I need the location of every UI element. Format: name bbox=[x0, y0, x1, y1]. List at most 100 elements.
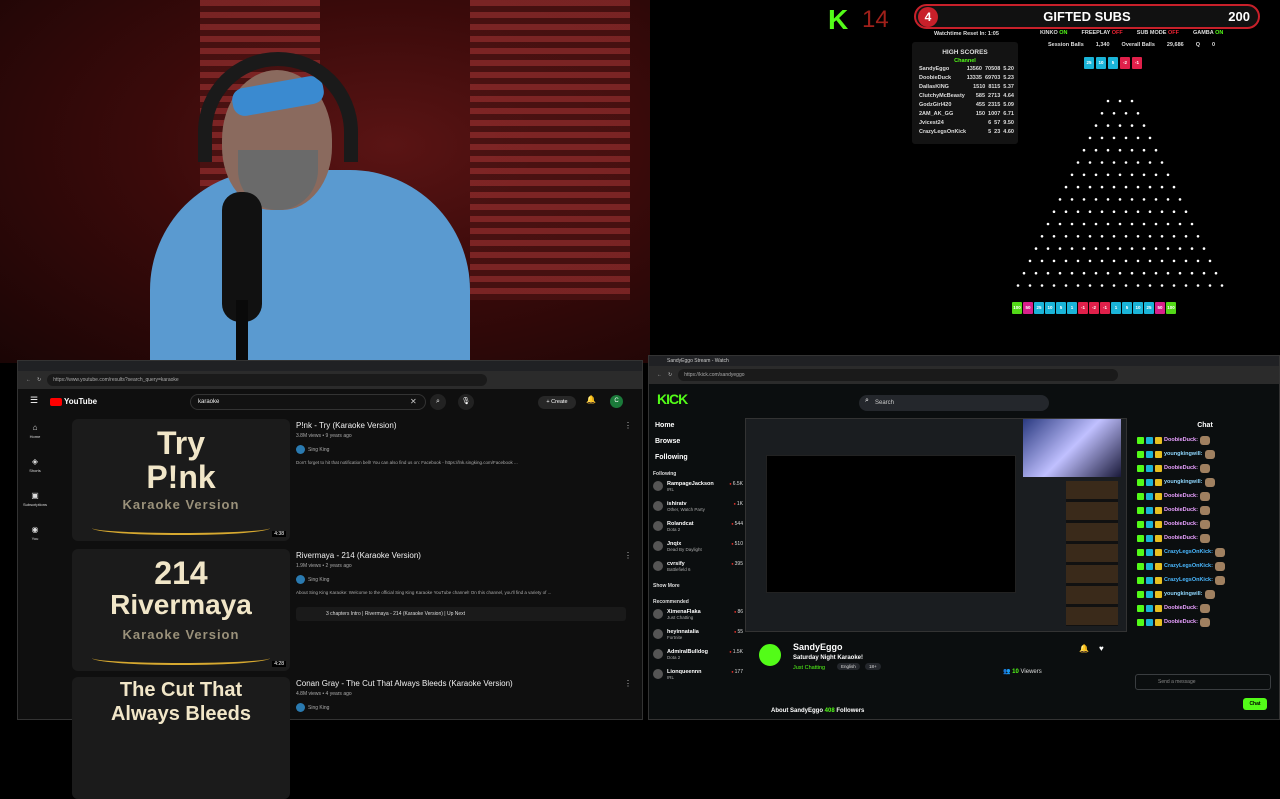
video-title[interactable]: P!nk - Try (Karaoke Version) bbox=[296, 421, 626, 430]
back-icon[interactable]: ← bbox=[26, 377, 31, 383]
viewer-count: 55 bbox=[734, 629, 743, 635]
plinko-peg bbox=[1208, 284, 1212, 287]
chat-username[interactable]: CrazyLegsOnKick: bbox=[1164, 563, 1213, 569]
chat-username[interactable]: youngkingwill: bbox=[1164, 591, 1203, 597]
emote-icon bbox=[1199, 603, 1210, 613]
chat-username[interactable]: youngkingwill: bbox=[1164, 451, 1203, 457]
chapters-bar[interactable]: 3 chapters Intro | Rivermaya - 214 (Kara… bbox=[296, 607, 626, 621]
multiplier-chip: 25 bbox=[1084, 57, 1094, 69]
chat-username[interactable]: DoobieDuck: bbox=[1164, 535, 1198, 541]
video-player[interactable] bbox=[745, 418, 1127, 632]
chat-username[interactable]: DoobieDuck: bbox=[1164, 465, 1198, 471]
youtube-logo[interactable]: YouTube bbox=[50, 397, 97, 406]
video-channel[interactable]: Sing King bbox=[296, 575, 626, 584]
channel-item[interactable]: RampageJacksonIRL6.5K bbox=[653, 481, 743, 501]
video-meta: 3.8M views • 9 years ago bbox=[296, 433, 352, 439]
menu-icon[interactable]: ☰ bbox=[30, 395, 38, 406]
video-title[interactable]: Conan Gray - The Cut That Always Bleeds … bbox=[296, 679, 626, 688]
tag-age[interactable]: 18+ bbox=[865, 663, 881, 670]
chat-username[interactable]: youngkingwill: bbox=[1164, 479, 1203, 485]
chat-badge-icon bbox=[1137, 576, 1144, 584]
notifications-bell-icon[interactable]: 🔔 bbox=[586, 395, 596, 404]
chat-username[interactable]: DoobieDuck: bbox=[1164, 619, 1198, 625]
score-cell: 1510 bbox=[973, 83, 986, 90]
plinko-peg bbox=[1220, 284, 1224, 287]
address-bar: ← ↻ https://www.youtube.com/results?sear… bbox=[18, 371, 642, 389]
sidebar-item-home[interactable]: ⌂ Home bbox=[22, 423, 48, 439]
channel-item[interactable]: AdmiralBulldogDota 21.5K bbox=[653, 649, 743, 669]
plinko-peg bbox=[1094, 222, 1098, 226]
channel-item[interactable]: LionqueennnIRL177 bbox=[653, 669, 743, 689]
video-thumbnail[interactable]: The Cut That Always Bleeds bbox=[72, 677, 290, 799]
reload-icon[interactable]: ↻ bbox=[668, 372, 672, 378]
sidebar-item-shorts[interactable]: ◈ Shorts bbox=[22, 457, 48, 473]
plinko-peg bbox=[1106, 247, 1110, 250]
more-options-icon[interactable]: ⋮ bbox=[624, 551, 632, 560]
tab-bar[interactable] bbox=[18, 361, 642, 371]
chat-message: CrazyLegsOnKick: bbox=[1131, 559, 1279, 573]
channel-item[interactable]: JnqixDead By Daylight510 bbox=[653, 541, 743, 561]
chat-username[interactable]: DoobieDuck: bbox=[1164, 521, 1198, 527]
search-input[interactable]: Search bbox=[859, 395, 1049, 411]
kick-count: 14 bbox=[862, 6, 889, 33]
stream-category[interactable]: Just Chatting bbox=[793, 665, 825, 671]
chat-username[interactable]: DoobieDuck: bbox=[1164, 437, 1198, 443]
sidebar-item-subscriptions[interactable]: ▣ Subscriptions bbox=[22, 491, 48, 507]
plinko-peg bbox=[1070, 271, 1074, 275]
channel-item[interactable]: XimenaFlakaJust Chatting86 bbox=[653, 609, 743, 629]
video-channel[interactable]: Sing King bbox=[296, 445, 626, 454]
url-field[interactable]: https://kick.com/sandyeggo bbox=[678, 369, 1119, 381]
more-options-icon[interactable]: ⋮ bbox=[624, 679, 632, 688]
streamer-avatar[interactable] bbox=[757, 642, 783, 668]
clear-search-icon[interactable]: ✕ bbox=[410, 397, 417, 406]
plinko-peg bbox=[1130, 124, 1134, 127]
search-icon[interactable]: ⌕ bbox=[430, 394, 446, 410]
nav-home[interactable]: Home bbox=[653, 422, 743, 429]
avatar[interactable]: C bbox=[610, 395, 623, 408]
viewer-count: 544 bbox=[731, 521, 743, 527]
reload-icon[interactable]: ↻ bbox=[37, 377, 41, 383]
score-cell: 585 bbox=[975, 92, 986, 99]
bell-icon[interactable]: 🔔 bbox=[1079, 644, 1089, 653]
channel-item[interactable]: RolandcatDota 2544 bbox=[653, 521, 743, 541]
microphone-icon[interactable]: 🎙 bbox=[458, 394, 474, 410]
plinko-peg bbox=[1184, 235, 1188, 238]
kick-logo[interactable]: KICK bbox=[657, 391, 688, 407]
chat-badge-icon bbox=[1137, 548, 1144, 556]
plinko-peg bbox=[1160, 284, 1164, 287]
create-button[interactable]: + Create bbox=[538, 396, 576, 409]
channel-item[interactable]: cvrsifyBattlefield 6395 bbox=[653, 561, 743, 581]
url-field[interactable]: https://www.youtube.com/results?search_q… bbox=[47, 374, 488, 386]
chat-username[interactable]: CrazyLegsOnKick: bbox=[1164, 577, 1213, 583]
channel-item[interactable]: ishiratvOther, Watch Party1K bbox=[653, 501, 743, 521]
chat-username[interactable]: DoobieDuck: bbox=[1164, 493, 1198, 499]
nav-browse[interactable]: Browse bbox=[653, 438, 743, 445]
plinko-peg bbox=[1076, 284, 1080, 287]
chat-username[interactable]: DoobieDuck: bbox=[1164, 507, 1198, 513]
chat-username[interactable]: DoobieDuck: bbox=[1164, 605, 1198, 611]
heart-icon[interactable]: ♥ bbox=[1099, 644, 1104, 653]
plinko-peg bbox=[1154, 173, 1158, 177]
tab-title[interactable]: SandyEggo Stream - Watch bbox=[667, 358, 729, 364]
channel-item[interactable]: heyinnataliaFortnite55 bbox=[653, 629, 743, 649]
sidebar-item-you[interactable]: ◉ You bbox=[22, 525, 48, 541]
video-thumbnail[interactable]: Try P!nk Karaoke Version 4:38 bbox=[72, 419, 290, 541]
player-screen[interactable] bbox=[766, 455, 1016, 593]
video-title[interactable]: Rivermaya - 214 (Karaoke Version) bbox=[296, 551, 626, 560]
more-options-icon[interactable]: ⋮ bbox=[624, 421, 632, 430]
chat-input[interactable]: Send a message bbox=[1135, 674, 1271, 690]
nav-following[interactable]: Following bbox=[653, 454, 743, 461]
video-thumbnail[interactable]: 214 Rivermaya Karaoke Version 4:28 bbox=[72, 549, 290, 671]
chat-send-button[interactable]: Chat bbox=[1243, 698, 1267, 710]
score-cell: GodzGirl420 bbox=[919, 101, 952, 108]
back-icon[interactable]: ← bbox=[657, 372, 662, 378]
search-input[interactable]: karaoke bbox=[190, 394, 426, 410]
tag-language[interactable]: English bbox=[837, 663, 860, 670]
chat-username[interactable]: CrazyLegsOnKick: bbox=[1164, 549, 1213, 555]
streamer-name[interactable]: SandyEggo bbox=[793, 642, 843, 652]
tab-bar[interactable]: SandyEggo Stream - Watch bbox=[649, 356, 1279, 366]
you-icon: ◉ bbox=[31, 525, 39, 534]
plinko-peg bbox=[1052, 284, 1056, 287]
video-channel[interactable]: Sing King bbox=[296, 703, 626, 712]
show-more-link[interactable]: Show More bbox=[653, 583, 743, 589]
